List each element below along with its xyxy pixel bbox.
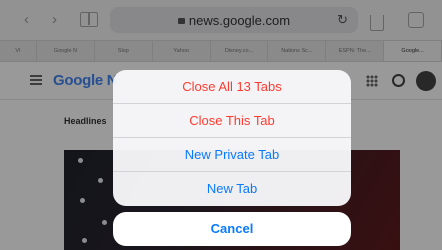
action-sheet: Close All 13 Tabs Close This Tab New Pri… <box>113 70 351 206</box>
close-this-tab-button[interactable]: Close This Tab <box>113 104 351 138</box>
new-tab-button[interactable]: New Tab <box>113 172 351 206</box>
new-private-tab-button[interactable]: New Private Tab <box>113 138 351 172</box>
cancel-button[interactable]: Cancel <box>113 212 351 246</box>
close-all-tabs-button[interactable]: Close All 13 Tabs <box>113 70 351 104</box>
